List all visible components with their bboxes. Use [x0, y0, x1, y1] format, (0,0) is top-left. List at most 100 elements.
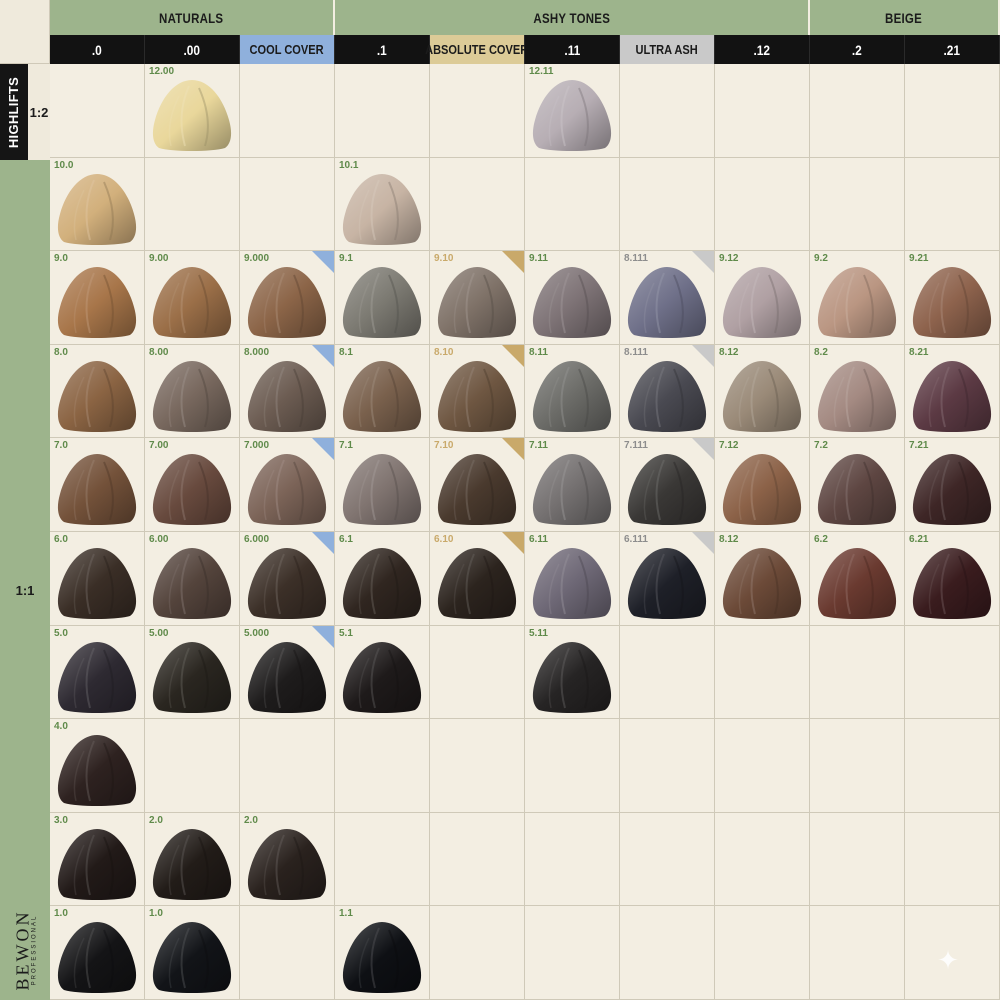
swatch-cell: 6.2 — [810, 532, 905, 626]
swatch-cell: 8.111 — [620, 344, 715, 439]
column-header-0: .0 — [50, 35, 145, 64]
swatch-cell: 6.00 — [145, 532, 240, 626]
group-header-label: NATURALS — [159, 9, 224, 26]
hair-swatch — [57, 173, 137, 245]
hair-swatch — [342, 360, 422, 432]
hair-swatch — [912, 454, 992, 526]
empty-cell — [620, 64, 715, 158]
empty-cell — [620, 812, 715, 907]
column-header-1: .00 — [145, 35, 240, 64]
hair-swatch — [57, 360, 137, 432]
hair-swatch — [152, 922, 232, 994]
empty-cell — [525, 906, 620, 1000]
swatch-cell: 10.0 — [50, 157, 145, 252]
hair-swatch — [532, 80, 612, 151]
hair-swatch — [247, 454, 327, 526]
group-header-0: NATURALS — [50, 0, 335, 35]
swatch-cell: 6.10 — [430, 532, 525, 626]
hair-swatch — [152, 360, 232, 432]
hair-swatch — [532, 454, 612, 526]
column-header-2: COOL COVER — [240, 35, 335, 64]
hair-swatch — [817, 360, 897, 432]
empty-cell — [240, 64, 335, 158]
brand-name: BEWON — [12, 909, 32, 991]
hair-swatch — [342, 173, 422, 245]
column-header-label: .21 — [943, 41, 961, 58]
empty-cell — [810, 812, 905, 907]
empty-cell — [715, 64, 810, 158]
empty-cell — [525, 719, 620, 813]
hair-swatch — [247, 267, 327, 339]
column-header-3: .1 — [335, 35, 430, 64]
swatch-cell: 3.0 — [50, 812, 145, 907]
ratio-main-box: 1:1 — [0, 570, 50, 610]
swatch-cell: 9.00 — [145, 251, 240, 345]
hair-swatch — [627, 548, 707, 619]
empty-cell — [430, 906, 525, 1000]
hair-swatch — [342, 267, 422, 339]
swatch-cell: 9.10 — [430, 251, 525, 345]
hair-swatch — [627, 454, 707, 526]
hair-swatch — [342, 641, 422, 713]
swatch-cell: 8.000 — [240, 344, 335, 439]
ratio-top-label: 1:2 — [29, 104, 49, 120]
empty-cell — [240, 157, 335, 252]
swatch-cell: 6.11 — [525, 532, 620, 626]
swatch-cell: 6.000 — [240, 532, 335, 626]
column-header-label: .11 — [564, 41, 580, 58]
hair-swatch — [247, 828, 327, 900]
swatch-cell: 7.2 — [810, 438, 905, 532]
swatch-cell: 2.0 — [145, 812, 240, 907]
column-header-label: .2 — [852, 41, 862, 58]
hair-swatch — [912, 548, 992, 619]
empty-cell — [620, 625, 715, 720]
hair-swatch — [152, 641, 232, 713]
hair-swatch — [627, 267, 707, 339]
empty-cell — [430, 64, 525, 158]
empty-cell — [620, 906, 715, 1000]
hair-swatch — [152, 548, 232, 619]
swatch-cell: 8.0 — [50, 344, 145, 439]
column-header-4: ABSOLUTE COVER — [425, 35, 529, 64]
swatch-cell: 6.21 — [905, 532, 1000, 626]
ratio-main-label: 1:1 — [15, 582, 35, 598]
hair-swatch — [437, 360, 517, 432]
column-header-label: .12 — [753, 41, 771, 58]
hair-swatch — [532, 267, 612, 339]
hair-swatch — [722, 360, 802, 432]
group-header-label: ASHY TONES — [533, 9, 610, 26]
empty-cell — [715, 625, 810, 720]
empty-cell — [810, 64, 905, 158]
swatch-cell: 7.00 — [145, 438, 240, 532]
group-header-2: BEIGE — [810, 0, 1000, 35]
hair-swatch — [437, 454, 517, 526]
hair-swatch — [152, 454, 232, 526]
swatch-cell: 8.10 — [430, 344, 525, 439]
hair-swatch — [437, 548, 517, 619]
empty-cell — [525, 157, 620, 252]
swatch-cell: 5.1 — [335, 625, 430, 720]
hair-swatch — [722, 454, 802, 526]
swatch-cell: 1.1 — [335, 906, 430, 1000]
group-header-label: BEIGE — [885, 9, 923, 26]
swatch-cell: 9.21 — [905, 251, 1000, 345]
swatch-cell: 7.0 — [50, 438, 145, 532]
swatch-cell: 10.1 — [335, 157, 430, 252]
empty-cell — [240, 906, 335, 1000]
swatch-cell: 9.1 — [335, 251, 430, 345]
swatch-cell: 8.00 — [145, 344, 240, 439]
highlifts-label-bar: HIGHLIFTS — [0, 64, 28, 160]
swatch-cell: 8.2 — [810, 344, 905, 439]
hair-swatch — [152, 828, 232, 900]
hair-swatch — [152, 80, 232, 151]
swatch-cell: 1.0 — [50, 906, 145, 1000]
empty-cell — [335, 64, 430, 158]
hair-swatch — [57, 267, 137, 339]
column-header-label: ULTRA ASH — [635, 42, 699, 57]
column-header-label: .0 — [92, 41, 102, 58]
hair-swatch — [57, 922, 137, 994]
swatch-cell: 5.00 — [145, 625, 240, 720]
empty-cell — [715, 719, 810, 813]
swatch-cell: 7.12 — [715, 438, 810, 532]
ratio-top-box: 1:2 — [28, 64, 50, 160]
